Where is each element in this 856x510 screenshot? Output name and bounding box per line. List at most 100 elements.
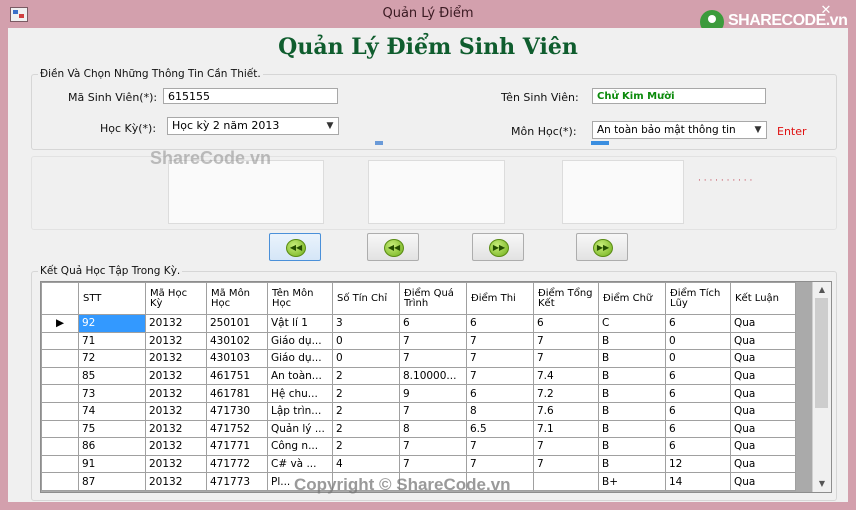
table-cell[interactable]: B	[598, 419, 666, 439]
table-cell[interactable]: C# và ...	[267, 454, 333, 474]
table-cell[interactable]: 7	[533, 454, 599, 474]
row-header[interactable]	[41, 384, 79, 403]
table-cell[interactable]: 20132	[145, 384, 207, 403]
table-cell[interactable]: B	[598, 454, 666, 474]
table-cell[interactable]: 6	[665, 384, 731, 403]
column-header-stt[interactable]: STT	[78, 282, 146, 315]
table-cell[interactable]: 91	[78, 454, 146, 474]
table-row[interactable]: 74 20132 471730 Lập trìn... 2 7 8 7.6 B 6 Qua	[41, 401, 796, 421]
table-cell[interactable]: Giáo dụ...	[267, 331, 333, 351]
table-cell[interactable]: 430102	[206, 331, 268, 351]
table-cell[interactable]: 6	[665, 366, 731, 386]
column-header-letter-grade[interactable]: Điểm Chữ	[598, 282, 666, 315]
table-cell[interactable]: 7.4	[533, 366, 599, 386]
table-cell[interactable]: 20132	[145, 419, 207, 439]
table-cell[interactable]: 12	[665, 454, 731, 474]
table-cell[interactable]: 92	[78, 314, 146, 333]
table-cell[interactable]: 20132	[145, 331, 207, 351]
table-cell[interactable]: B	[598, 331, 666, 351]
table-cell[interactable]: 471772	[206, 454, 268, 474]
subject-select[interactable]: An toàn bảo mật thông tin ▼	[592, 121, 767, 139]
table-cell[interactable]: 9	[399, 384, 467, 403]
row-header[interactable]	[41, 454, 79, 474]
table-cell[interactable]: 250101	[206, 314, 268, 333]
table-cell[interactable]: B	[598, 384, 666, 403]
semester-select[interactable]: Học kỳ 2 năm 2013 ▼	[167, 117, 339, 135]
table-cell[interactable]: 2	[332, 366, 400, 386]
table-cell[interactable]: 73	[78, 384, 146, 403]
table-cell[interactable]: 7	[533, 349, 599, 368]
table-cell[interactable]: 471752	[206, 419, 268, 439]
table-cell[interactable]: 3	[332, 314, 400, 333]
column-header-exam-score[interactable]: Điểm Thi	[466, 282, 534, 315]
table-cell[interactable]	[533, 472, 599, 491]
table-cell[interactable]: 87	[78, 472, 146, 491]
table-cell[interactable]: 7	[466, 331, 534, 351]
table-cell[interactable]: 2	[332, 437, 400, 456]
table-cell[interactable]: 0	[332, 349, 400, 368]
table-cell[interactable]: 20132	[145, 401, 207, 421]
table-cell[interactable]: 7	[399, 401, 467, 421]
scroll-thumb[interactable]	[815, 298, 828, 408]
table-cell[interactable]: Qua	[730, 349, 796, 368]
column-header-total-score[interactable]: Điểm Tổng Kết	[533, 282, 599, 315]
table-cell[interactable]: 6	[466, 384, 534, 403]
table-cell[interactable]: 7	[466, 366, 534, 386]
row-header[interactable]	[41, 366, 79, 386]
table-cell[interactable]: 471773	[206, 472, 268, 491]
table-cell[interactable]: Qua	[730, 454, 796, 474]
table-cell[interactable]: B+	[598, 472, 666, 491]
table-cell[interactable]: 8	[466, 401, 534, 421]
table-cell[interactable]: Hệ chu...	[267, 384, 333, 403]
table-cell[interactable]: 6	[665, 419, 731, 439]
table-cell[interactable]: 20132	[145, 437, 207, 456]
table-cell[interactable]: 7	[533, 331, 599, 351]
column-header-credits[interactable]: Số Tín Chỉ	[332, 282, 400, 315]
table-cell[interactable]: 461781	[206, 384, 268, 403]
column-header-process-score[interactable]: Điểm Quá Trình	[399, 282, 467, 315]
row-header[interactable]	[41, 349, 79, 368]
table-row[interactable]: 72 20132 430103 Giáo dụ... 0 7 7 7 B 0 Qua	[41, 349, 796, 368]
student-id-input[interactable]: 615155	[163, 88, 338, 104]
column-header-subject-name[interactable]: Tên Môn Học	[267, 282, 333, 315]
close-icon[interactable]: ✕	[818, 4, 834, 18]
scroll-up-icon[interactable]: ▲	[813, 282, 831, 298]
table-cell[interactable]: Qua	[730, 314, 796, 333]
column-header-conclusion[interactable]: Kết Luận	[730, 282, 796, 315]
table-cell[interactable]: An toàn...	[267, 366, 333, 386]
table-cell[interactable]: 0	[665, 349, 731, 368]
table-cell[interactable]: 7	[399, 454, 467, 474]
table-cell[interactable]: B	[598, 401, 666, 421]
table-cell[interactable]: 6	[466, 314, 534, 333]
table-cell[interactable]: 6.5	[466, 419, 534, 439]
table-row[interactable]: ▶ 92 20132 250101 Vật lí 1 3 6 6 6 C 6 Qua	[41, 314, 796, 333]
row-header[interactable]	[41, 472, 79, 491]
table-cell[interactable]: 7.2	[533, 384, 599, 403]
current-row-indicator-icon[interactable]: ▶	[41, 314, 79, 333]
table-cell[interactable]: B	[598, 366, 666, 386]
table-cell[interactable]: 4	[332, 454, 400, 474]
column-header-semester-id[interactable]: Mã Học Kỳ	[145, 282, 207, 315]
table-row[interactable]: 86 20132 471771 Công n... 2 7 7 7 B 6 Qua	[41, 437, 796, 456]
chevron-down-icon[interactable]: ▼	[322, 118, 338, 134]
table-cell[interactable]: 8	[399, 419, 467, 439]
table-cell[interactable]: 14	[665, 472, 731, 491]
table-cell[interactable]: 71	[78, 331, 146, 351]
results-grid[interactable]: STT Mã Học Kỳ Mã Môn Học Tên Môn Học Số …	[40, 281, 832, 493]
table-cell[interactable]: 7	[466, 349, 534, 368]
table-cell[interactable]: 430103	[206, 349, 268, 368]
table-cell[interactable]: Quản lý ...	[267, 419, 333, 439]
first-record-button[interactable]: ◀◀	[269, 233, 321, 261]
table-cell[interactable]: C	[598, 314, 666, 333]
table-cell[interactable]: 74	[78, 401, 146, 421]
table-cell[interactable]: Qua	[730, 472, 796, 491]
table-cell[interactable]: Giáo dụ...	[267, 349, 333, 368]
table-cell[interactable]: Qua	[730, 437, 796, 456]
table-cell[interactable]: 7.1	[533, 419, 599, 439]
table-cell[interactable]: Qua	[730, 419, 796, 439]
table-cell[interactable]: 85	[78, 366, 146, 386]
row-header[interactable]	[41, 437, 79, 456]
table-cell[interactable]: B	[598, 437, 666, 456]
table-row[interactable]: 91 20132 471772 C# và ... 4 7 7 7 B 12 Qua	[41, 454, 796, 474]
next-record-button[interactable]: ▶▶	[472, 233, 524, 261]
